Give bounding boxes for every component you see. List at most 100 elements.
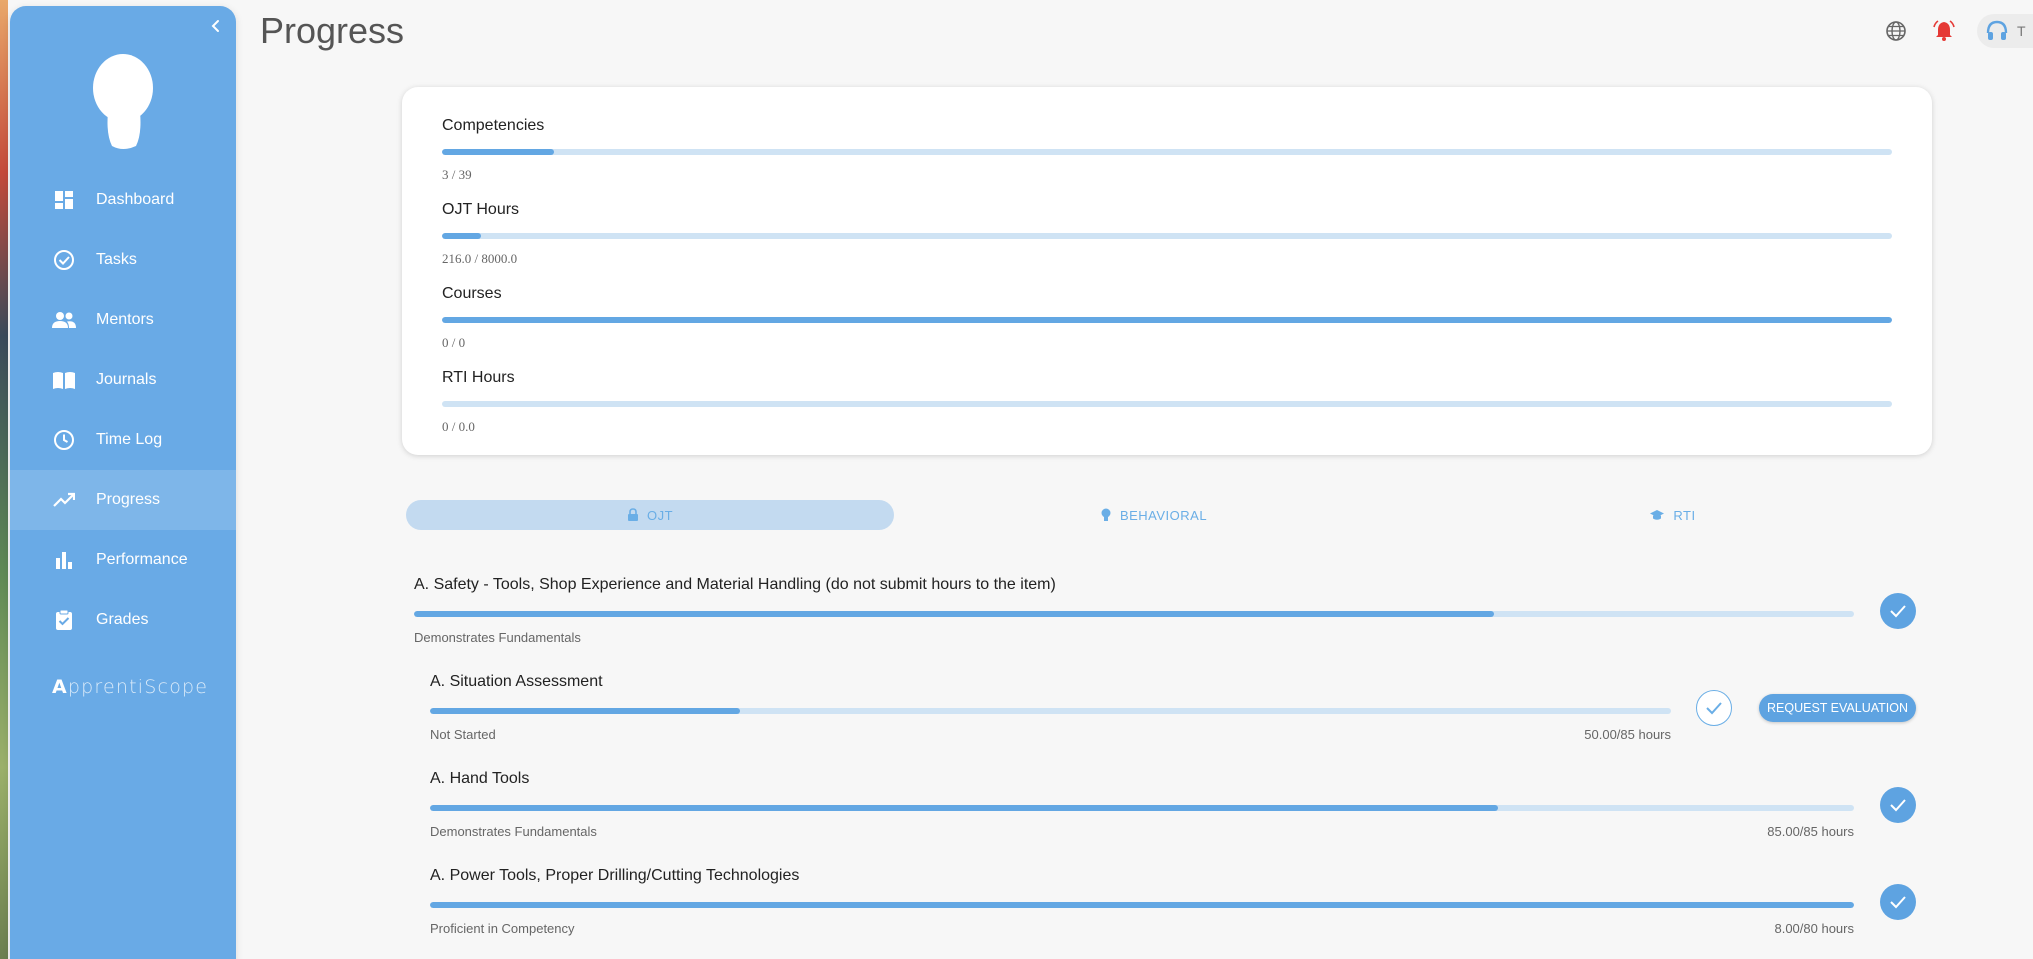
user-menu-button[interactable]: T bbox=[1977, 14, 2033, 48]
tab-label: OJT bbox=[646, 507, 674, 523]
progress-fill bbox=[442, 149, 554, 155]
headset-icon bbox=[1986, 20, 2008, 40]
user-silhouette-icon bbox=[93, 54, 153, 149]
metric-label: Competencies bbox=[442, 117, 545, 134]
progress-fill bbox=[430, 708, 741, 714]
sidebar-item-label: Progress bbox=[96, 491, 161, 508]
logo-text: pprentiScope bbox=[67, 676, 209, 698]
competency-hours: 50.00/85 hours bbox=[1584, 727, 1671, 742]
completion-check-button[interactable] bbox=[1880, 884, 1916, 920]
globe-icon bbox=[1886, 21, 1906, 41]
competency-item: A. Power Tools, Proper Drilling/Cutting … bbox=[414, 867, 1934, 959]
clipboard-check-icon bbox=[52, 608, 76, 632]
competency-title: A. Hand Tools bbox=[430, 770, 530, 787]
completion-check-button[interactable] bbox=[1880, 787, 1916, 823]
competency-hours: 8.00/80 hours bbox=[1774, 921, 1854, 936]
sidebar-item-label: Time Log bbox=[96, 431, 163, 448]
progress-track bbox=[442, 149, 1892, 155]
page-title: Progress bbox=[260, 10, 405, 51]
rti-hours-metric: RTI Hours 0 / 0.0 bbox=[442, 369, 1892, 435]
checkmark-icon bbox=[1706, 702, 1722, 715]
request-evaluation-button[interactable]: REQUEST EVALUATION bbox=[1759, 694, 1917, 722]
competency-hours: 85.00/85 hours bbox=[1767, 824, 1854, 839]
apprentiscope-logo: ApprentiScope bbox=[52, 676, 208, 698]
competencies-metric: Competencies 3 / 39 bbox=[442, 117, 1892, 183]
progress-fill bbox=[430, 902, 1854, 908]
progress-track bbox=[430, 902, 1854, 908]
lightbulb-icon bbox=[1100, 508, 1112, 522]
metric-value: 3 / 39 bbox=[442, 167, 472, 182]
competency-title: A. Situation Assessment bbox=[430, 673, 603, 690]
checkmark-icon bbox=[1890, 605, 1906, 618]
sidebar-item-mentors[interactable]: Mentors bbox=[10, 290, 236, 350]
progress-summary-card: Competencies 3 / 39 OJT Hours 216.0 / 80… bbox=[402, 87, 1932, 455]
avatar[interactable] bbox=[90, 50, 156, 150]
sidebar-item-performance[interactable]: Performance bbox=[10, 530, 236, 590]
sidebar-item-label: Performance bbox=[96, 551, 188, 568]
progress-fill bbox=[442, 317, 1892, 323]
metric-label: RTI Hours bbox=[442, 369, 515, 386]
metric-value: 216.0 / 8000.0 bbox=[442, 251, 518, 266]
trending-up-icon bbox=[52, 488, 76, 512]
completion-check-button[interactable] bbox=[1880, 593, 1916, 629]
metric-value: 0 / 0.0 bbox=[442, 419, 475, 434]
bell-alert-icon bbox=[1933, 20, 1955, 41]
competency-status: Proficient in Competency bbox=[430, 921, 575, 936]
competency-item: A. Situation Assessment Not Started 50.0… bbox=[414, 673, 1934, 770]
progress-track bbox=[442, 401, 1892, 407]
progress-tabs: OJT BEHAVIORAL RTI bbox=[406, 500, 1932, 530]
metric-label: Courses bbox=[442, 285, 502, 302]
progress-fill bbox=[430, 805, 1498, 811]
sidebar-item-journals[interactable]: Journals bbox=[10, 350, 236, 410]
logo-mark: A bbox=[52, 676, 68, 698]
sidebar-item-label: Journals bbox=[96, 371, 157, 388]
graduation-cap-icon bbox=[1649, 509, 1665, 521]
tab-label: RTI bbox=[1673, 507, 1696, 523]
chevron-left-icon bbox=[211, 20, 219, 32]
competency-list: A. Safety - Tools, Shop Experience and M… bbox=[414, 576, 1934, 959]
sidebar-item-label: Tasks bbox=[96, 251, 137, 268]
language-button[interactable] bbox=[1881, 16, 1911, 46]
bar-chart-icon bbox=[52, 548, 76, 572]
checkmark-icon bbox=[1890, 896, 1906, 909]
competency-title: A. Safety - Tools, Shop Experience and M… bbox=[414, 576, 1056, 593]
notifications-button[interactable] bbox=[1929, 16, 1959, 46]
sidebar-nav: Dashboard Tasks Mentors Journals Time Lo… bbox=[10, 170, 236, 650]
top-toolbar: T bbox=[1881, 14, 2033, 48]
progress-track bbox=[442, 317, 1892, 323]
sidebar-item-label: Grades bbox=[96, 611, 149, 628]
sidebar-item-tasks[interactable]: Tasks bbox=[10, 230, 236, 290]
competency-status: Demonstrates Fundamentals bbox=[414, 630, 581, 645]
progress-fill bbox=[414, 611, 1494, 617]
clock-icon bbox=[52, 428, 76, 452]
checkmark-icon bbox=[1890, 799, 1906, 812]
metric-value: 0 / 0 bbox=[442, 335, 466, 350]
completion-check-button[interactable] bbox=[1696, 690, 1732, 726]
competency-title: A. Power Tools, Proper Drilling/Cutting … bbox=[430, 867, 800, 884]
dashboard-icon bbox=[52, 188, 76, 212]
ojt-hours-metric: OJT Hours 216.0 / 8000.0 bbox=[442, 201, 1892, 267]
competency-status: Demonstrates Fundamentals bbox=[430, 824, 597, 839]
courses-metric: Courses 0 / 0 bbox=[442, 285, 1892, 351]
sidebar-item-grades[interactable]: Grades bbox=[10, 590, 236, 650]
sidebar-item-dashboard[interactable]: Dashboard bbox=[10, 170, 236, 230]
lock-icon bbox=[627, 508, 639, 522]
competency-item: A. Hand Tools Demonstrates Fundamentals … bbox=[414, 770, 1934, 867]
collapse-sidebar-button[interactable] bbox=[206, 16, 226, 36]
progress-fill bbox=[442, 233, 482, 239]
background-window-edge bbox=[0, 0, 8, 959]
sidebar-item-label: Mentors bbox=[96, 311, 154, 328]
tab-behavioral[interactable]: BEHAVIORAL bbox=[894, 500, 1413, 530]
progress-track bbox=[414, 611, 1854, 617]
progress-track bbox=[430, 708, 1671, 714]
tab-ojt[interactable]: OJT bbox=[406, 500, 894, 530]
sidebar: Dashboard Tasks Mentors Journals Time Lo… bbox=[10, 6, 236, 959]
progress-track bbox=[430, 805, 1854, 811]
sidebar-item-progress[interactable]: Progress bbox=[10, 470, 236, 530]
check-circle-icon bbox=[52, 248, 76, 272]
tab-rti[interactable]: RTI bbox=[1413, 500, 1932, 530]
people-icon bbox=[52, 308, 76, 332]
progress-track bbox=[442, 233, 1892, 239]
book-icon bbox=[52, 368, 76, 392]
sidebar-item-time-log[interactable]: Time Log bbox=[10, 410, 236, 470]
